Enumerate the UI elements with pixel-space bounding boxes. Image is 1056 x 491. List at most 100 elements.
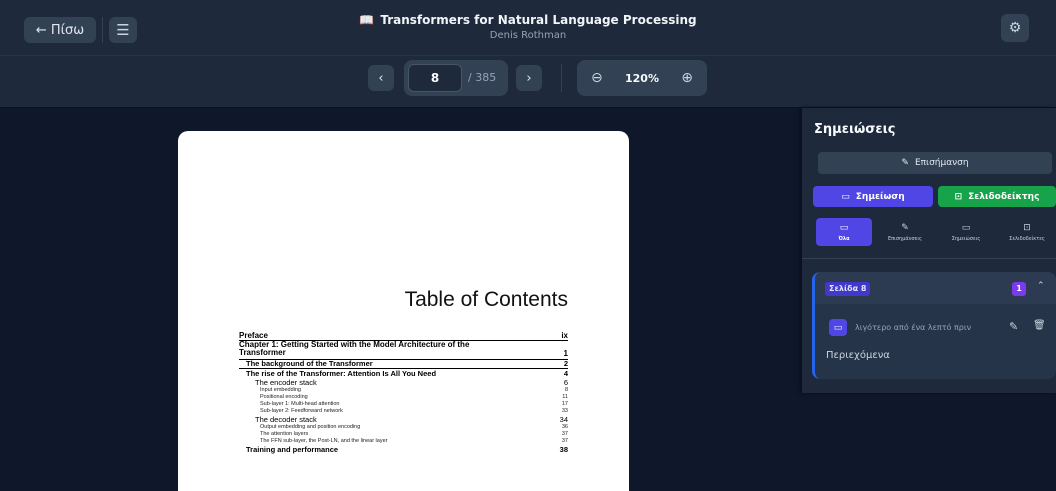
filter-tabs: ▭ Όλα ✎ Επισημάνσεις ▭ Σημειώσεις ⊡ Σελι… xyxy=(816,218,1056,246)
filter-highlights[interactable]: ✎ Επισημάνσεις xyxy=(877,218,933,246)
note-label: Σημείωση xyxy=(855,191,905,202)
gear-icon: ⚙ xyxy=(1008,20,1022,36)
book-heading: 📖 Transformers for Natural Language Proc… xyxy=(350,13,706,41)
bookmark-icon: ⊡ xyxy=(1023,222,1031,233)
add-note-button[interactable]: ▭ Σημείωση xyxy=(813,186,933,207)
toc-entry-page: 37 xyxy=(561,431,568,438)
toc-entry-title: Input embedding xyxy=(260,387,301,394)
filter-label: Όλα xyxy=(838,235,850,242)
filter-label: Σημειώσεις xyxy=(951,235,981,242)
toc-entry-title: Chapter 1: Getting Started with the Mode… xyxy=(239,340,470,358)
toc-entry[interactable]: The attention layers 37 xyxy=(239,431,568,438)
toc-chapter[interactable]: Chapter 1: Getting Started with the Mode… xyxy=(239,340,568,360)
page-total: / 385 xyxy=(468,71,497,84)
divider xyxy=(102,17,103,43)
note-timestamp: λιγότερο από ένα λεπτό πριν xyxy=(855,323,972,332)
back-label: ← Πίσω xyxy=(35,22,85,38)
toc-entry[interactable]: The rise of the Transformer: Attention I… xyxy=(239,369,568,378)
chevron-up-icon[interactable]: ⌃ xyxy=(1037,281,1045,291)
toc-entry-title: The attention layers xyxy=(260,431,309,438)
toc-entry-title: The decoder stack xyxy=(255,415,317,425)
page-selector: 8 / 385 xyxy=(404,60,508,96)
toc-entry-page: 8 xyxy=(564,387,568,394)
notes-panel: Σημειώσεις ✎ Επισήμανση ▭ Σημείωση ⊡ Σελ… xyxy=(802,108,1056,393)
book-title: Transformers for Natural Language Proces… xyxy=(380,13,697,27)
notes-sidebar: Σημειώσεις ✎ Επισήμανση ▭ Σημείωση ⊡ Σελ… xyxy=(802,108,1056,484)
highlighter-icon: ✎ xyxy=(901,222,909,233)
toc-entry-page: 11 xyxy=(562,394,568,401)
note-icon: ▭ xyxy=(839,222,849,233)
zoom-out-icon[interactable]: ⊖ xyxy=(591,70,603,86)
toc-entry-page: 36 xyxy=(561,424,568,431)
toc-entry-page: 4 xyxy=(563,369,568,379)
divider xyxy=(802,258,1056,259)
toc-entry[interactable]: The decoder stack 34 xyxy=(239,415,568,424)
page-badge: Σελίδα 8 xyxy=(825,282,871,296)
toc-entry-title: The rise of the Transformer: Attention I… xyxy=(246,369,437,379)
highlighter-icon: ✎ xyxy=(901,158,909,168)
toc-entry[interactable]: Positional encoding 11 xyxy=(239,394,568,401)
chevron-left-icon: ‹ xyxy=(378,70,384,86)
bookmark-label: Σελιδοδείκτης xyxy=(968,191,1040,202)
chevron-right-icon: › xyxy=(526,70,532,86)
toc-entry-page: 17 xyxy=(561,401,568,408)
filter-notes[interactable]: ▭ Σημειώσεις xyxy=(938,218,994,246)
filter-label: Επισημάνσεις xyxy=(888,235,922,242)
toc-entry[interactable]: Sub-layer 2: Feedforward network 33 xyxy=(239,408,568,415)
sidebar-title: Σημειώσεις xyxy=(814,122,896,137)
toc-entry[interactable]: The background of the Transformer 2 xyxy=(239,360,568,369)
toc-entry[interactable]: Output embedding and position encoding 36 xyxy=(239,424,568,431)
toc-entry-page: 1 xyxy=(563,348,568,358)
edit-icon[interactable]: ✎ xyxy=(1009,320,1018,333)
book-icon: 📖 xyxy=(359,13,375,27)
add-bookmark-button[interactable]: ⊡ Σελιδοδείκτης xyxy=(938,186,1056,207)
note-icon: ▭ xyxy=(833,322,843,333)
highlight-button[interactable]: ✎ Επισήμανση xyxy=(818,152,1052,174)
filter-label: Σελιδοδείκτες xyxy=(1009,235,1045,242)
toc-entry-title: Output embedding and position encoding xyxy=(260,424,361,431)
note-icon: ▭ xyxy=(961,222,971,233)
top-bar: ← Πίσω ☰ 📖 Transformers for Natural Lang… xyxy=(0,0,1056,56)
back-button[interactable]: ← Πίσω xyxy=(24,17,96,43)
toc-entry-page: 37 xyxy=(561,438,568,445)
pdf-page: Table of Contents Preface ix Chapter 1: … xyxy=(178,131,629,491)
filter-all[interactable]: ▭ Όλα xyxy=(816,218,872,246)
toc-entry-title: Training and performance xyxy=(246,445,339,455)
toc-title: Table of Contents xyxy=(404,288,568,311)
toc-entry[interactable]: Sub-layer 1: Multi-head attention 17 xyxy=(239,401,568,408)
divider xyxy=(561,64,562,92)
toc-entry-page: 2 xyxy=(563,359,568,369)
menu-button[interactable]: ☰ xyxy=(109,17,137,43)
book-author: Denis Rothman xyxy=(489,30,567,41)
toc-entry-page: 33 xyxy=(561,408,568,415)
next-page-button[interactable]: › xyxy=(516,65,542,91)
page-number-input[interactable]: 8 xyxy=(408,64,462,92)
prev-page-button[interactable]: ‹ xyxy=(368,65,394,91)
toc-entry-title: Sub-layer 1: Multi-head attention xyxy=(260,401,340,408)
toc-entry-title: The FFN sub-layer, the Post-LN, and the … xyxy=(260,438,388,445)
group-header[interactable]: Σελίδα 8 1 ⌃ xyxy=(815,272,1056,304)
book-title-row: 📖 Transformers for Natural Language Proc… xyxy=(350,13,706,27)
note-text[interactable]: Περιεχόμενα xyxy=(826,350,890,361)
toc-entry[interactable]: Input embedding 8 xyxy=(239,387,568,394)
trash-icon[interactable]: 🗑 xyxy=(1033,320,1046,331)
toc-entry-title: Preface xyxy=(239,331,268,340)
note-icon: ▭ xyxy=(841,191,850,202)
zoom-level: 120% xyxy=(625,71,659,85)
filter-bookmarks[interactable]: ⊡ Σελιδοδείκτες xyxy=(999,218,1055,246)
toc-entry-page: ix xyxy=(561,331,568,340)
settings-button[interactable]: ⚙ xyxy=(1001,14,1029,42)
bookmark-icon: ⊡ xyxy=(954,191,963,202)
toc-entry-title: The encoder stack xyxy=(255,378,317,388)
zoom-in-icon[interactable]: ⊕ xyxy=(681,70,693,86)
toc-entry-page: 38 xyxy=(559,445,568,455)
page-notes-group: Σελίδα 8 1 ⌃ ▭ λιγότερο από ένα λεπτό πρ… xyxy=(812,272,1056,379)
toc-entry-title: Sub-layer 2: Feedforward network xyxy=(260,408,343,415)
toc-entry[interactable]: Training and performance 38 xyxy=(239,445,568,454)
toc-entry[interactable]: The encoder stack 6 xyxy=(239,378,568,387)
table-of-contents: Preface ix Chapter 1: Getting Started wi… xyxy=(239,330,568,454)
zoom-controls: ⊖ 120% ⊕ xyxy=(577,60,707,96)
note-type-icon: ▭ xyxy=(829,319,847,336)
toc-entry[interactable]: The FFN sub-layer, the Post-LN, and the … xyxy=(239,438,568,445)
toc-entry-title: The background of the Transformer xyxy=(246,359,373,369)
